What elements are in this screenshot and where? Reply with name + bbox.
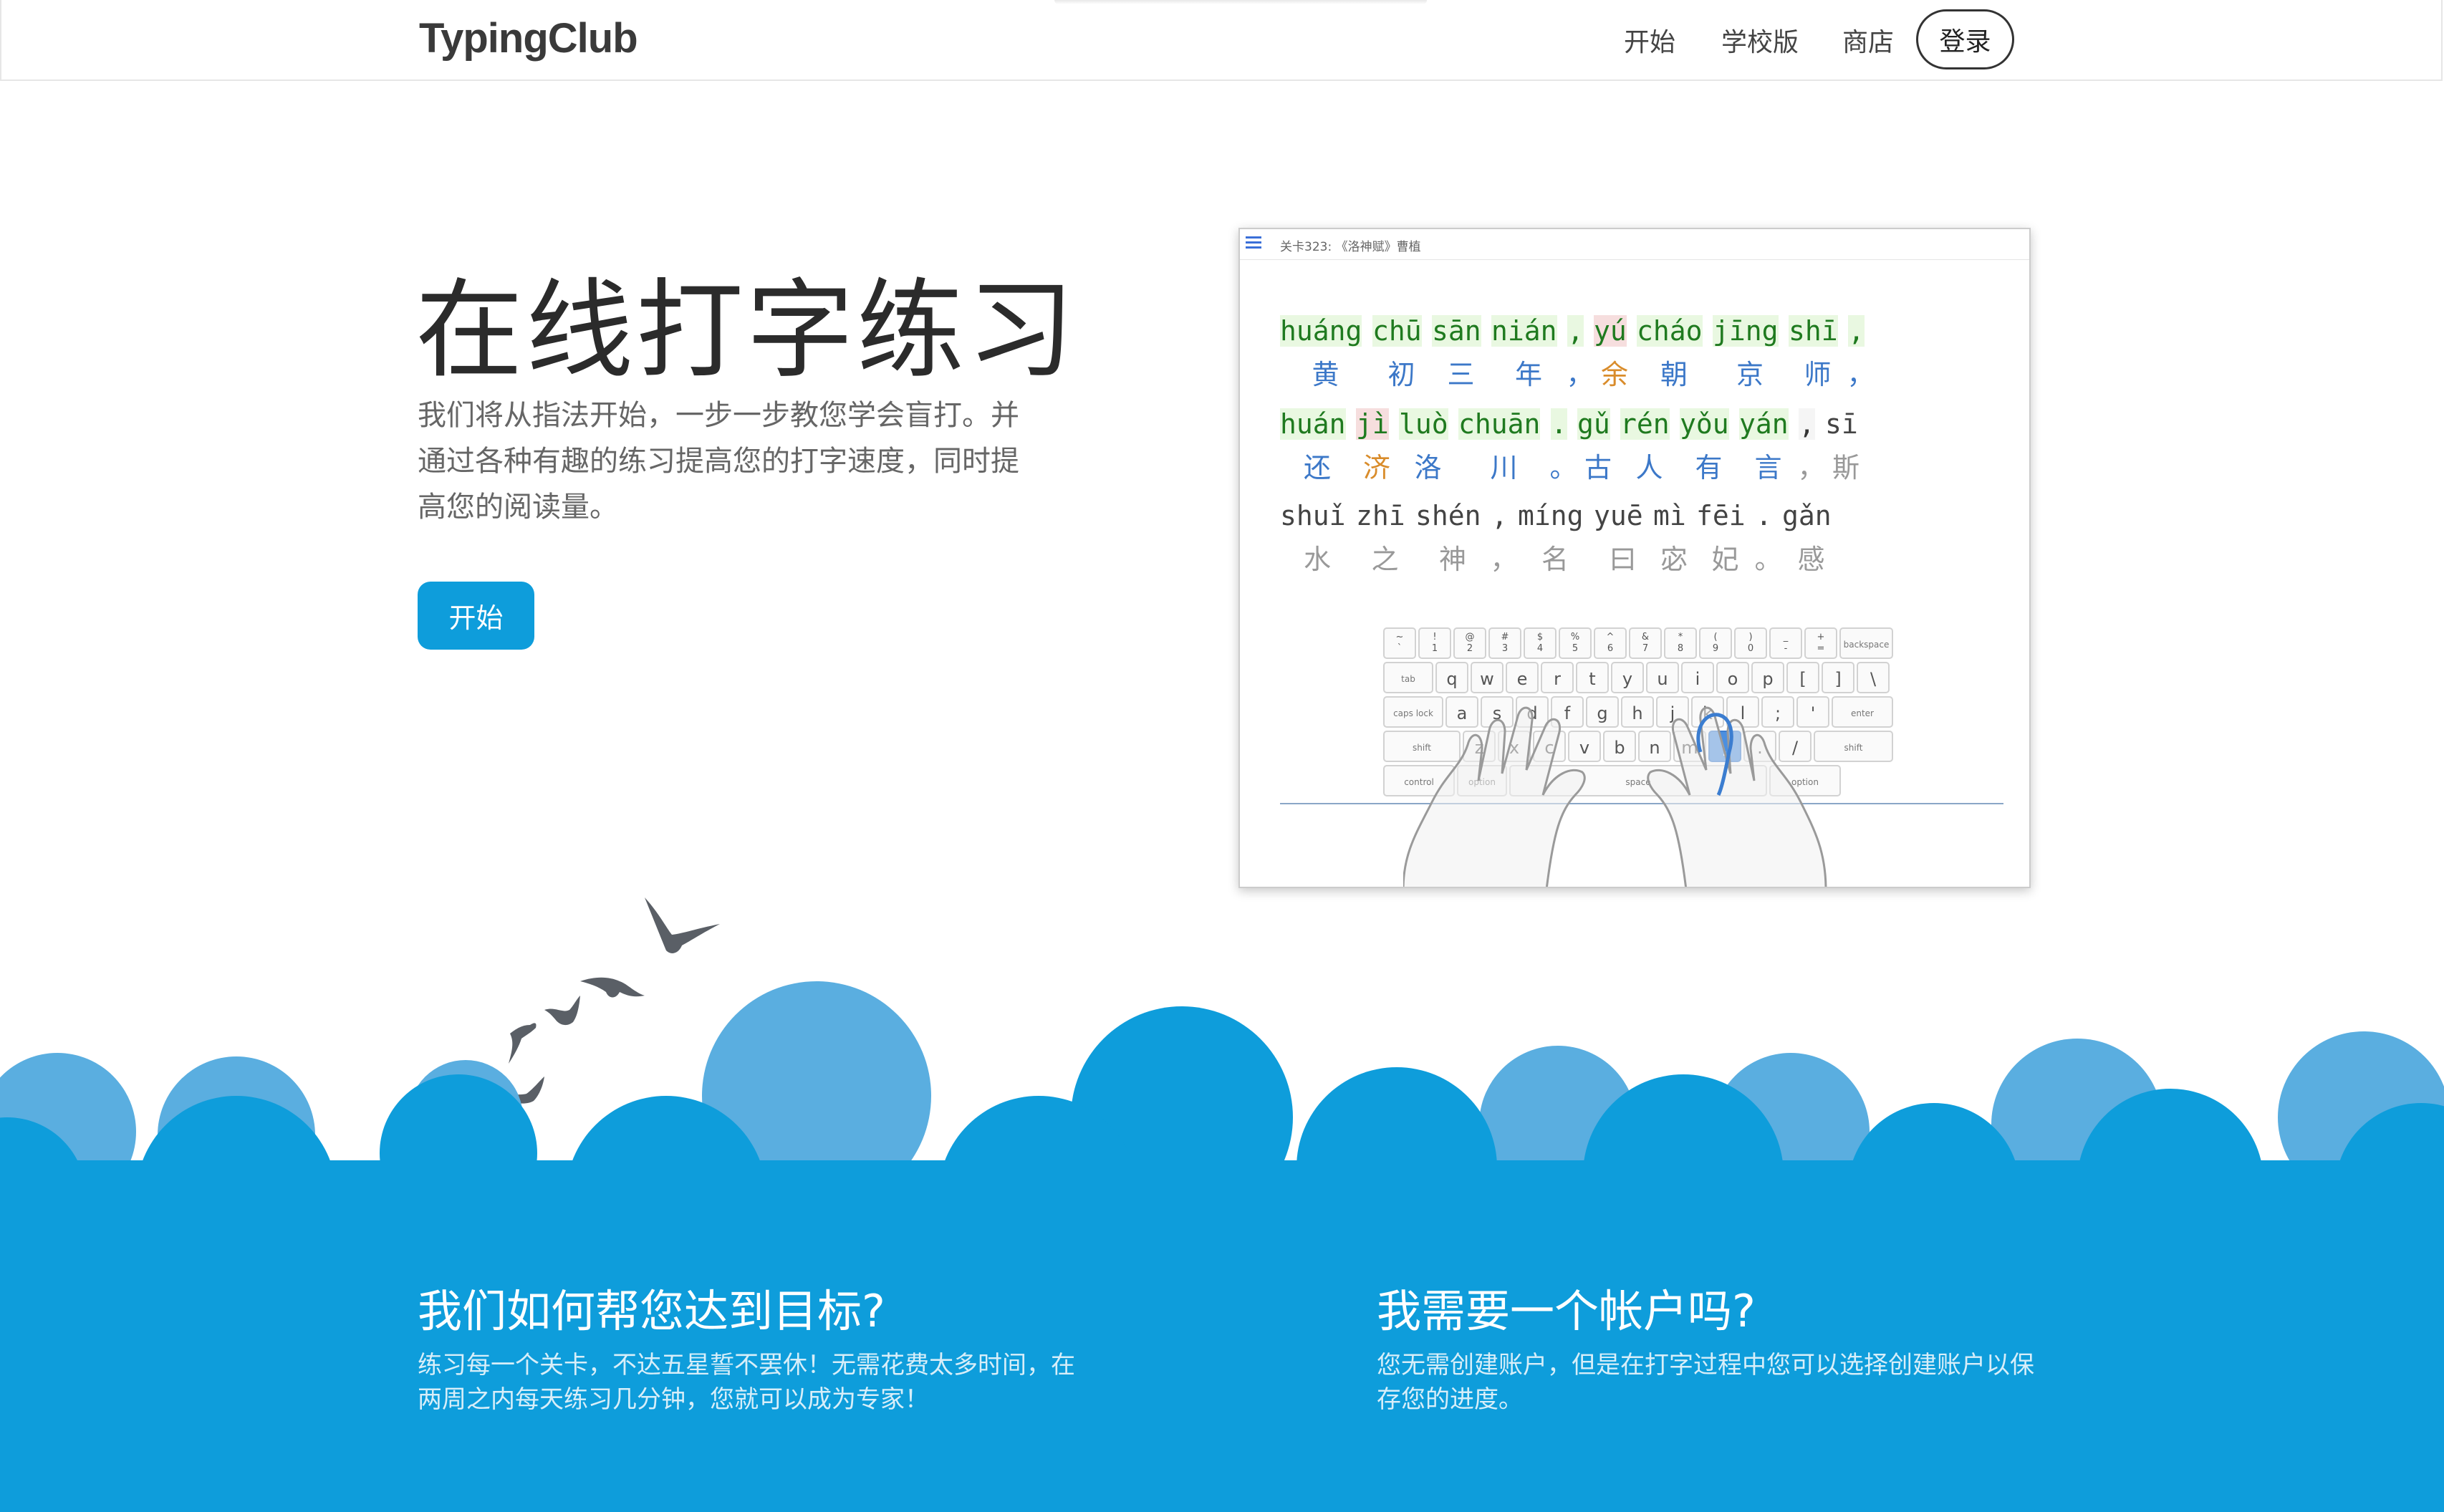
goal-title: 我们如何帮您达到目标? xyxy=(418,1285,885,1337)
hanzi-character: 济 xyxy=(1363,452,1391,483)
key: @2 xyxy=(1453,627,1486,659)
pinyin-syllable: , xyxy=(1799,408,1815,440)
account-title: 我需要一个帐户吗? xyxy=(1377,1285,1756,1337)
login-button[interactable]: 登录 xyxy=(1916,9,2014,69)
menu-icon xyxy=(1246,236,1261,251)
hanzi-character: 朝 xyxy=(1660,359,1688,390)
pinyin-syllable: gǔ xyxy=(1577,408,1610,440)
pinyin-syllable: luò xyxy=(1399,408,1448,440)
hanzi-character: 。 xyxy=(1549,452,1577,483)
hanzi-character: 洛 xyxy=(1414,452,1442,483)
goal-text: 练习每一个关卡，不达五星誓不罢休！无需花费太多时间，在两周之内每天练习几分钟，您… xyxy=(418,1351,1075,1414)
backspace-key: backspace xyxy=(1839,627,1893,659)
features-section xyxy=(0,1160,2444,1512)
key: $4 xyxy=(1524,627,1557,659)
pinyin-syllable: , xyxy=(1491,500,1508,531)
pinyin-syllable: shén xyxy=(1415,500,1481,531)
hanzi-character: 宓 xyxy=(1660,544,1688,575)
hanzi-character: 妃 xyxy=(1711,544,1739,575)
pinyin-syllable: cháo xyxy=(1637,315,1703,347)
key: \ xyxy=(1857,662,1890,693)
pinyin-syllable: huáng xyxy=(1280,315,1362,347)
pinyin-syllable: yǒu xyxy=(1680,408,1729,440)
pinyin-syllable: nián xyxy=(1491,315,1557,347)
nav-store[interactable]: 商店 xyxy=(1842,21,1894,59)
pinyin-syllable: chū xyxy=(1372,315,1422,347)
hanzi-character: ， xyxy=(1847,359,1875,390)
hanzi-character: 有 xyxy=(1695,452,1723,483)
key: ) 0 xyxy=(1734,627,1767,659)
pinyin-syllable: gǎn xyxy=(1782,500,1832,531)
hanzi-character: 古 xyxy=(1584,452,1612,483)
hanzi-character: 斯 xyxy=(1832,452,1860,483)
hanzi-character: 师 xyxy=(1804,359,1832,390)
typing-preview: 关卡323: 《洛神赋》曹植 huáng chū sān nián, yú cháo jīn… xyxy=(1238,228,2031,888)
pinyin-syllable: yú xyxy=(1594,315,1627,347)
pinyin-syllable: , xyxy=(1848,315,1865,347)
hanzi-character: 曰 xyxy=(1609,544,1637,575)
key: & 7 xyxy=(1629,627,1662,659)
nav-school[interactable]: 学校版 xyxy=(1721,21,1799,59)
hanzi-character: 黄 xyxy=(1312,359,1339,390)
hanzi-character: 之 xyxy=(1371,544,1399,575)
key: (9 xyxy=(1699,627,1732,659)
pinyin-syllable: yuē xyxy=(1594,500,1643,531)
divider xyxy=(1240,259,2029,260)
top-navbar: TypingClub 开始 学校版 商店 登录 xyxy=(0,0,2443,81)
hanzi-character: 余 xyxy=(1601,359,1629,390)
hanzi-character: ， xyxy=(1797,452,1825,483)
hanzi-character: 初 xyxy=(1387,359,1415,390)
level-title: 关卡323: 《洛神赋》曹植 xyxy=(1280,240,1421,254)
hanzi-character: 感 xyxy=(1797,544,1825,575)
pinyin-syllable: yán xyxy=(1739,408,1789,440)
pinyin-syllable: shuǐ xyxy=(1280,500,1346,531)
key: ^ 6 xyxy=(1594,627,1627,659)
hanzi-character: 人 xyxy=(1635,452,1663,483)
pinyin-syllable: míng xyxy=(1518,500,1584,531)
pinyin-syllable: rén xyxy=(1620,408,1670,440)
key: _ - xyxy=(1769,627,1802,659)
key: + = xyxy=(1804,627,1837,659)
hero-title: 在线打字练习 xyxy=(415,269,1078,393)
account-text: 您无需创建账户，但是在打字过程中您可以选择创建账户以保存您的进度。 xyxy=(1377,1351,2034,1414)
pinyin-syllable: zhī xyxy=(1356,500,1405,531)
hanzi-character: 名 xyxy=(1541,544,1569,575)
pinyin-syllable: . xyxy=(1551,408,1567,440)
header-shadow xyxy=(1054,0,1427,4)
pinyin-syllable: mì xyxy=(1653,500,1686,531)
pinyin-syllable: huán xyxy=(1280,408,1346,440)
hanzi-character: 京 xyxy=(1736,359,1764,390)
enter-key: enter xyxy=(1832,696,1893,728)
key: ~ ` xyxy=(1383,627,1416,659)
nav-start[interactable]: 开始 xyxy=(1624,21,1675,59)
pinyin-syllable: fēi xyxy=(1696,500,1746,531)
pinyin-syllable: jīng xyxy=(1713,315,1779,347)
pinyin-syllable: shī xyxy=(1789,315,1838,347)
hanzi-character: 神 xyxy=(1439,544,1467,575)
hanzi-character: 还 xyxy=(1304,452,1332,483)
hanzi-character: 。 xyxy=(1754,544,1782,575)
hanzi-character: ， xyxy=(1566,359,1594,390)
start-button[interactable]: 开始 xyxy=(418,582,534,650)
hanzi-character: 水 xyxy=(1304,544,1332,575)
key: #3 xyxy=(1488,627,1521,659)
key: * 8 xyxy=(1664,627,1697,659)
hero-description: 我们将从指法开始，一步一步教您学会盲打。并通过各种有趣的练习提高您的打字速度，同… xyxy=(418,399,1019,524)
hands-icon xyxy=(1403,706,1827,887)
key: ! 1 xyxy=(1418,627,1451,659)
hanzi-character: 三 xyxy=(1447,359,1475,390)
pinyin-syllable: sān xyxy=(1432,315,1481,347)
logo[interactable]: TypingClub xyxy=(419,14,638,62)
hanzi-character: ， xyxy=(1490,544,1518,575)
hanzi-character: 言 xyxy=(1754,452,1782,483)
pinyin-syllable: . xyxy=(1756,500,1772,531)
pinyin-syllable: sī xyxy=(1825,408,1858,440)
pinyin-syllable: chuān xyxy=(1458,408,1541,440)
pinyin-syllable: , xyxy=(1567,315,1584,347)
key: % 5 xyxy=(1559,627,1592,659)
hanzi-character: 川 xyxy=(1490,452,1518,483)
hanzi-character: 年 xyxy=(1515,359,1543,390)
pinyin-syllable: jì xyxy=(1356,408,1389,440)
